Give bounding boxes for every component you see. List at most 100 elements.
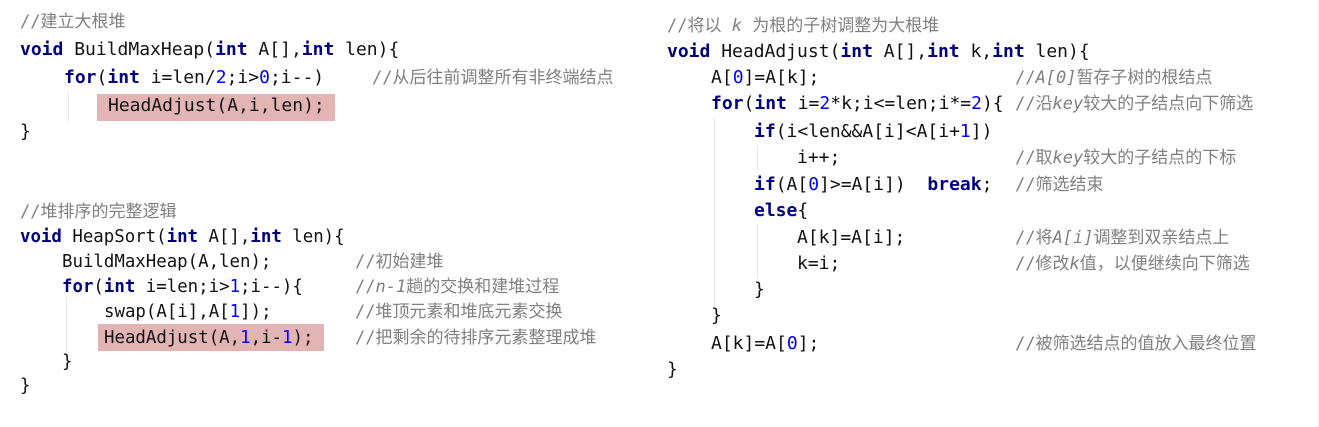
number-token: 1 [240,328,251,348]
comment-token: A[0] [1035,68,1077,88]
code-token: ( [96,67,108,88]
right-code-line: A[k]=A[i]; [797,226,905,250]
code-token: swap(A[i],A[ [104,302,230,322]
keyword-token: int [103,277,136,297]
right-code-line: if(A[0]>=A[i]) break; [754,173,992,197]
code-token: ]; [797,333,820,354]
left-code-line: } [20,120,31,144]
right-code-line: void HeadAdjust(int A[],int k,int len){ [667,40,1090,64]
code-token: len){ [334,39,400,60]
code-token: BuildMaxHeap(A,len); [62,252,272,272]
left-code-comment: //建立大根堆 [20,10,125,34]
keyword-token: for [64,67,97,88]
number-token: 1 [959,121,971,142]
indent-guide [714,118,715,308]
comment-token: k [731,16,742,36]
indent-guide [757,146,758,170]
left-code-comment: //堆顶元素和堆底元素交换 [355,300,562,324]
keyword-token: if [754,174,776,195]
comment-token: //取 [1015,148,1053,168]
code-token: (i<len&&A[i]<A[i+ [775,121,960,142]
code-token: ;i--) [269,67,325,88]
left-code-line: HeadAdjust(A,1,i-1); [104,326,313,350]
number-token: 1 [229,277,241,297]
code-token: A[ [711,67,733,88]
code-token: ;i--){ [240,277,303,297]
keyword-token: int [166,227,199,247]
keyword-token: if [754,121,776,142]
code-token: BuildMaxHeap( [63,39,216,60]
code-token: *k;i<=len;i*= [830,93,972,114]
left-code-line: } [62,350,72,374]
code-token: k, [959,41,993,62]
comment-token: key [1052,94,1084,114]
code-token: } [62,352,73,372]
comment-token: 值，以便继续向下筛选 [1079,254,1250,274]
left-code-line: for(int i=len/2;i>0;i--) [64,66,324,90]
code-token: ( [743,93,755,114]
comment-token: key [1052,148,1084,168]
code-token: ]) [970,121,993,142]
code-token: } [20,376,31,396]
comment-token: A[i] [1052,228,1094,248]
code-token: A[], [198,227,251,247]
left-code-line: void BuildMaxHeap(int A[],int len){ [20,38,399,62]
keyword-token: int [840,41,873,62]
code-token: ]>=A[i]) [819,174,928,195]
right-code-comment: //取key较大的子结点的下标 [1015,146,1236,170]
code-token: ; [981,174,993,195]
right-code-comment: //被筛选结点的值放入最终位置 [1015,332,1256,356]
right-code-comment: //将以 k 为根的子树调整为大根堆 [667,14,939,38]
code-token: (A[ [775,174,809,195]
comment-token: // [1015,68,1036,88]
keyword-token: void [20,227,62,247]
left-code-line: } [20,374,30,398]
comment-token: //修改 [1015,254,1070,274]
number-token: 2 [971,93,982,114]
right-code-line: else{ [754,199,808,223]
code-token: } [754,279,765,300]
left-code-comment: //从后往前调整所有非终端结点 [372,66,613,90]
right-code-line: A[0]=A[k]; [711,66,819,90]
code-token: i=len;i> [135,277,230,297]
comment-token: //建立大根堆 [20,12,126,32]
comment-token: //从后往前调整所有非终端结点 [372,68,614,88]
keyword-token: for [62,277,94,297]
code-token: { [797,200,809,221]
comment-token: 趟的交换和建堆过程 [406,277,560,297]
code-token: } [667,359,678,380]
comment-token: //初始建堆 [355,252,444,272]
keyword-token: int [754,93,787,114]
comment-token: 为根的子树调整为大根堆 [741,16,940,36]
number-token: 0 [786,333,798,354]
right-code-comment: //修改k值，以便继续向下筛选 [1015,252,1250,276]
comment-token: //筛选结束 [1015,175,1104,195]
code-token: i++; [797,147,841,168]
indent-guide [66,298,67,352]
code-token: ); [292,328,314,348]
number-token: 0 [732,67,744,88]
keyword-token: void [667,41,711,62]
comment-token: //把剩余的待排序元素整理成堆 [355,328,597,348]
code-token: i=len/ [139,67,216,88]
comment-token: // [355,277,376,297]
code-token: HeadAdjust(A,i,len); [108,95,325,116]
right-code-line: i++; [797,146,840,170]
keyword-token: int [107,67,140,88]
indent-guide [68,92,69,122]
number-token: 2 [215,67,227,88]
number-token: 1 [282,328,293,348]
left-code-comment: //堆排序的完整逻辑 [20,200,176,224]
number-token: 0 [808,174,820,195]
comment-token: 调整到双亲结点上 [1093,228,1230,248]
comment-token: n-1 [375,277,407,297]
keyword-token: else [754,200,798,221]
code-token: A[], [872,41,928,62]
code-token: } [20,121,31,142]
code-token: ]=A[k]; [743,67,820,88]
right-code-line: if(i<len&&A[i]<A[i+1]) [754,120,992,144]
code-token: A[k]=A[ [711,333,787,354]
code-token: ]); [240,302,272,322]
code-token: ;i> [226,67,260,88]
right-code-line: } [754,278,765,302]
